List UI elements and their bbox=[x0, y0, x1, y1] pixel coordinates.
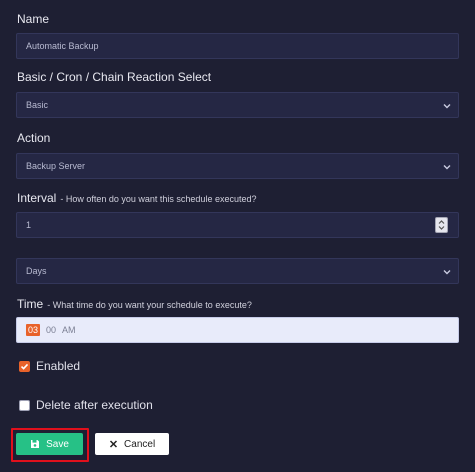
chevron-down-icon bbox=[443, 165, 451, 170]
interval-hint: - How often do you want this schedule ex… bbox=[60, 194, 257, 204]
interval-label: Interval - How often do you want this sch… bbox=[17, 191, 256, 205]
chevron-down-icon bbox=[443, 104, 451, 109]
name-input[interactable]: Automatic Backup bbox=[16, 33, 459, 59]
floppy-disk-icon bbox=[31, 440, 40, 448]
schedule-form: Name Automatic Backup Basic / Cron / Cha… bbox=[0, 0, 475, 472]
time-period-segment[interactable]: AM bbox=[62, 325, 76, 335]
spinner-icon[interactable] bbox=[435, 217, 448, 233]
time-minute-segment[interactable]: 00 bbox=[46, 325, 56, 335]
save-button[interactable]: Save bbox=[16, 433, 83, 455]
name-label: Name bbox=[17, 12, 50, 26]
action-label: Action bbox=[17, 131, 51, 145]
cancel-button-label: Cancel bbox=[124, 438, 156, 450]
delete-after-checkbox[interactable] bbox=[19, 399, 30, 411]
type-select-label: Basic / Cron / Chain Reaction Select bbox=[17, 70, 212, 84]
chevron-down-icon bbox=[443, 270, 451, 275]
name-value: Automatic Backup bbox=[26, 41, 99, 51]
interval-label-text: Interval bbox=[17, 191, 57, 205]
save-button-label: Save bbox=[46, 438, 69, 450]
enabled-label: Enabled bbox=[36, 359, 81, 373]
type-select-value: Basic bbox=[26, 100, 49, 110]
type-select[interactable]: Basic bbox=[16, 92, 459, 118]
time-label-text: Time bbox=[17, 297, 44, 311]
cancel-button[interactable]: ✕ Cancel bbox=[95, 433, 169, 455]
time-hour-segment[interactable]: 03 bbox=[26, 324, 41, 336]
time-input[interactable]: 03 00 AM bbox=[16, 317, 459, 343]
interval-value: 1 bbox=[26, 220, 32, 230]
checkmark-icon bbox=[20, 363, 29, 370]
delete-after-label: Delete after execution bbox=[36, 398, 153, 412]
action-select[interactable]: Backup Server bbox=[16, 153, 459, 179]
action-select-value: Backup Server bbox=[26, 161, 86, 171]
interval-input[interactable]: 1 bbox=[16, 212, 459, 238]
delete-after-checkbox-row[interactable]: Delete after execution bbox=[19, 398, 153, 412]
time-hint: - What time do you want your schedule to… bbox=[47, 300, 252, 310]
interval-unit-select[interactable]: Days bbox=[16, 258, 459, 284]
enabled-checkbox-row[interactable]: Enabled bbox=[19, 359, 80, 373]
close-icon: ✕ bbox=[108, 438, 119, 451]
time-label: Time - What time do you want your schedul… bbox=[17, 297, 252, 311]
enabled-checkbox[interactable] bbox=[19, 360, 30, 372]
interval-unit-value: Days bbox=[26, 266, 47, 276]
